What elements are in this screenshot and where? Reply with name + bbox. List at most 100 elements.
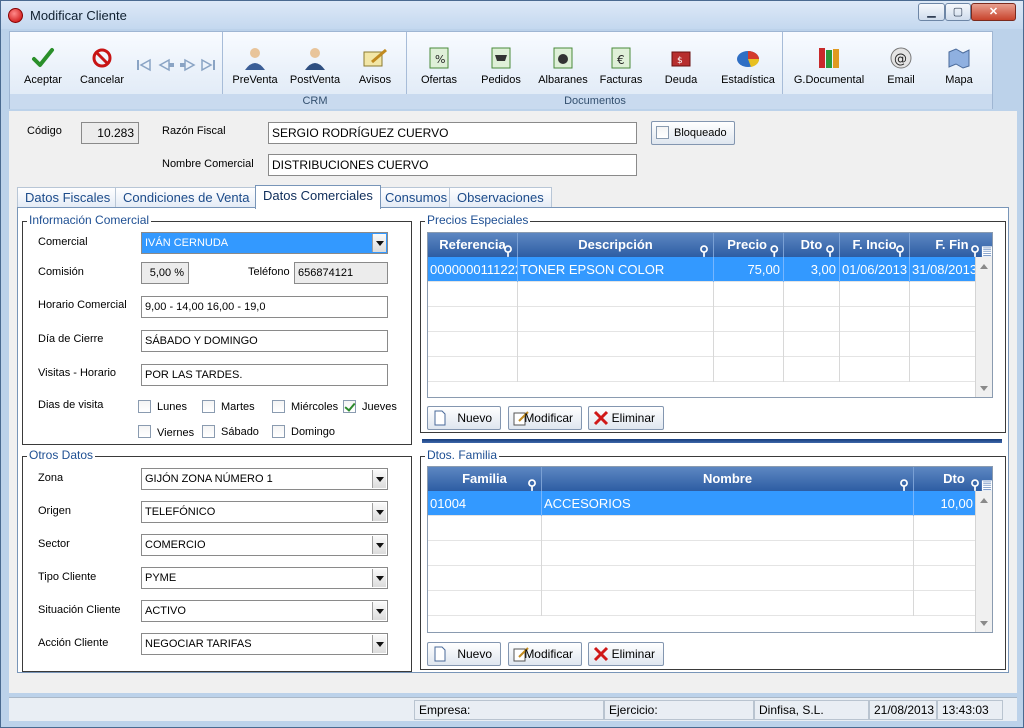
group-label-documents: Documentos <box>407 94 783 109</box>
delivery-note-icon <box>553 47 573 69</box>
familia-nuevo-button[interactable]: Nuevo <box>427 642 501 666</box>
razon-fiscal-field[interactable]: SERGIO RODRÍGUEZ CUERVO <box>268 122 637 144</box>
accept-button[interactable]: Aceptar <box>16 32 70 94</box>
codigo-field: 10.283 <box>81 122 139 144</box>
col-descripcion[interactable]: Descripción ⚲ <box>518 233 714 258</box>
zona-select[interactable]: GIJÓN ZONA NÚMERO 1 <box>141 468 388 490</box>
miercoles-checkbox[interactable] <box>272 400 285 413</box>
check-icon <box>32 48 54 67</box>
email-button[interactable]: @ Email <box>875 32 927 94</box>
albaranes-button[interactable]: Albaranes <box>533 32 593 94</box>
close-button[interactable]: ✕ <box>971 3 1016 21</box>
accion-cliente-select[interactable]: NEGOCIAR TARIFAS <box>141 633 388 655</box>
tipo-cliente-label: Tipo Cliente <box>38 571 97 583</box>
precios-grid[interactable]: Referencia ⚲ Descripción ⚲ Precio ⚲ Dto ⚲ F.… <box>427 232 993 398</box>
col-referencia[interactable]: Referencia ⚲ <box>428 233 518 258</box>
title-bar[interactable]: Modificar Cliente ▁ ▢ ✕ <box>1 1 1023 29</box>
chevron-down-icon[interactable] <box>372 536 386 554</box>
precios-modificar-button[interactable]: Modificar <box>508 406 582 430</box>
sabado-checkbox[interactable] <box>202 425 215 438</box>
avisos-button[interactable]: Avisos <box>349 32 401 94</box>
scroll-down-icon[interactable] <box>980 621 988 626</box>
column-chooser-icon[interactable]: ▤ <box>981 239 992 258</box>
lunes-checkbox[interactable] <box>138 400 151 413</box>
scroll-up-icon[interactable] <box>980 498 988 503</box>
table-row[interactable]: 0000000111222 TONER EPSON COLOR 75,00 3,… <box>428 257 976 282</box>
martes-label: Martes <box>221 401 255 413</box>
status-date: 21/08/2013 <box>869 700 937 720</box>
col-fecha-inicio[interactable]: F. Incio ⚲ <box>840 233 910 258</box>
sector-select[interactable]: COMERCIO <box>141 534 388 556</box>
bloqueado-checkbox[interactable]: Bloqueado <box>651 121 735 145</box>
chevron-down-icon[interactable] <box>372 635 386 653</box>
comercial-select[interactable]: IVÁN CERNUDA <box>141 232 388 254</box>
chevron-down-icon[interactable] <box>372 602 386 620</box>
comercial-label: Comercial <box>38 236 88 248</box>
precios-scrollbar[interactable] <box>975 257 992 397</box>
table-row[interactable]: 01004 ACCESORIOS 10,00 <box>428 491 976 516</box>
situacion-cliente-select[interactable]: ACTIVO <box>141 600 388 622</box>
chevron-down-icon[interactable] <box>372 569 386 587</box>
col-nombre[interactable]: Nombre ⚲ <box>542 467 914 492</box>
nombre-comercial-field[interactable]: DISTRIBUCIONES CUERVO <box>268 154 637 176</box>
jueves-checkbox[interactable] <box>343 400 356 413</box>
tab-datos-comerciales[interactable]: Datos Comerciales <box>255 185 381 209</box>
col-precio[interactable]: Precio ⚲ <box>714 233 784 258</box>
precios-nuevo-button[interactable]: Nuevo <box>427 406 501 430</box>
sector-label: Sector <box>38 538 70 550</box>
dia-cierre-field[interactable]: SÁBADO Y DOMINGO <box>141 330 388 352</box>
tab-condiciones-venta[interactable]: Condiciones de Venta <box>115 187 258 207</box>
tab-observaciones[interactable]: Observaciones <box>449 187 552 207</box>
minimize-button[interactable]: ▁ <box>918 3 945 21</box>
svg-text:€: € <box>617 53 625 67</box>
scroll-up-icon[interactable] <box>980 264 988 269</box>
viernes-checkbox[interactable] <box>138 425 151 438</box>
mapa-button[interactable]: Mapa <box>933 32 985 94</box>
person-icon <box>245 48 265 70</box>
first-record-icon[interactable] <box>137 58 151 72</box>
tab-datos-fiscales[interactable]: Datos Fiscales <box>17 187 119 207</box>
ofertas-button[interactable]: % Ofertas <box>411 32 467 94</box>
domingo-checkbox[interactable] <box>272 425 285 438</box>
column-chooser-icon[interactable]: ▤ <box>981 473 992 492</box>
martes-checkbox[interactable] <box>202 400 215 413</box>
next-record-icon[interactable] <box>180 58 196 72</box>
gdocumental-button[interactable]: G.Documental <box>789 32 869 94</box>
col-dto-familia[interactable]: Dto ⚲ ▤ <box>914 467 992 492</box>
previous-record-icon[interactable] <box>158 58 174 72</box>
maximize-button[interactable]: ▢ <box>945 3 971 21</box>
scroll-down-icon[interactable] <box>980 386 988 391</box>
cancel-button[interactable]: Cancelar <box>74 32 130 94</box>
lunes-label: Lunes <box>157 401 187 413</box>
horario-field[interactable]: 9,00 - 14,00 16,00 - 19,0 <box>141 296 388 318</box>
postventa-button[interactable]: PostVenta <box>287 32 343 94</box>
chevron-down-icon[interactable] <box>372 503 386 521</box>
chevron-down-icon[interactable] <box>372 470 386 488</box>
deuda-button[interactable]: $ Deuda <box>653 32 709 94</box>
key-icon: ⚲ <box>825 243 835 258</box>
col-dto[interactable]: Dto ⚲ <box>784 233 840 258</box>
col-familia[interactable]: Familia ⚲ <box>428 467 542 492</box>
origen-select[interactable]: TELEFÓNICO <box>141 501 388 523</box>
chevron-down-icon[interactable] <box>372 234 386 252</box>
accion-cliente-label: Acción Cliente <box>38 637 109 649</box>
facturas-button[interactable]: € Facturas <box>595 32 647 94</box>
pedidos-button[interactable]: Pedidos <box>473 32 529 94</box>
invoice-icon: € <box>611 47 631 69</box>
tab-consumos[interactable]: Consumos <box>377 187 456 207</box>
precios-eliminar-button[interactable]: Eliminar <box>588 406 664 430</box>
preventa-button[interactable]: PreVenta <box>229 32 281 94</box>
tipo-cliente-select[interactable]: PYME <box>141 567 388 589</box>
last-record-icon[interactable] <box>201 58 215 72</box>
familia-eliminar-button[interactable]: Eliminar <box>588 642 664 666</box>
bloqueado-box[interactable] <box>656 126 669 139</box>
familia-scrollbar[interactable] <box>975 491 992 632</box>
estadistica-button[interactable]: Estadística <box>715 32 781 94</box>
familia-grid[interactable]: Familia ⚲ Nombre ⚲ Dto ⚲ ▤ 01004 ACCESORIOS … <box>427 466 993 633</box>
familia-modificar-button[interactable]: Modificar <box>508 642 582 666</box>
visitas-horario-field[interactable]: POR LAS TARDES. <box>141 364 388 386</box>
comision-field[interactable]: 5,00 % <box>141 262 189 284</box>
col-fecha-fin[interactable]: F. Fin ⚲ ▤ <box>910 233 992 258</box>
delete-icon <box>593 410 609 426</box>
telefono-field[interactable]: 656874121 <box>294 262 388 284</box>
